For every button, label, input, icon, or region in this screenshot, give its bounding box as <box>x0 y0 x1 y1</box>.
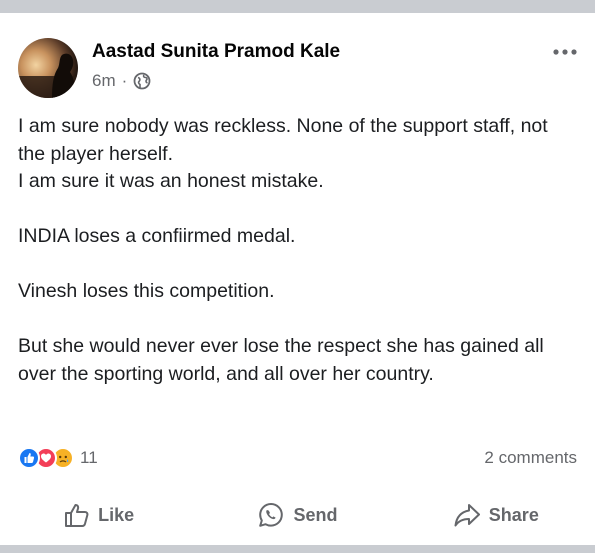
meta-separator: · <box>121 71 128 90</box>
post-line: I am sure it was an honest mistake. <box>18 170 324 192</box>
like-icon <box>65 504 89 527</box>
whatsapp-icon <box>259 503 284 527</box>
like-label: Like <box>98 504 135 525</box>
share-button[interactable]: Share <box>397 495 595 535</box>
avatar[interactable] <box>18 38 78 98</box>
share-icon <box>454 504 480 527</box>
more-options-button[interactable] <box>553 37 577 61</box>
share-label: Share <box>488 504 539 525</box>
post-line: INDIA loses a confiirmed medal. <box>18 225 296 247</box>
action-bar: Like Send Share <box>0 495 595 535</box>
globe-icon <box>133 72 151 90</box>
post-time[interactable]: 6m <box>92 71 116 91</box>
send-label: Send <box>293 504 338 525</box>
like-reaction-icon <box>18 447 40 469</box>
post-text: I am sure nobody was reckless. None of t… <box>18 113 578 388</box>
reaction-count: 11 <box>80 448 98 467</box>
post-meta: 6m · <box>92 71 151 91</box>
post-line: Vinesh loses this competition. <box>18 280 275 302</box>
post-line: But she would never ever lose the respec… <box>18 335 544 385</box>
comments-count[interactable]: 2 comments <box>484 448 577 468</box>
post-line: I am sure nobody was reckless. None of t… <box>18 115 548 165</box>
author-name[interactable]: Aastad Sunita Pramod Kale <box>92 41 340 63</box>
more-horizontal-icon <box>553 49 577 55</box>
like-button[interactable]: Like <box>0 495 198 535</box>
post-card: Aastad Sunita Pramod Kale 6m · I am sure… <box>0 13 595 545</box>
send-button[interactable]: Send <box>198 495 396 535</box>
bottom-divider <box>0 545 595 553</box>
top-divider <box>0 0 595 13</box>
avatar-image <box>18 38 78 98</box>
reactions-summary[interactable]: 11 <box>18 447 98 469</box>
